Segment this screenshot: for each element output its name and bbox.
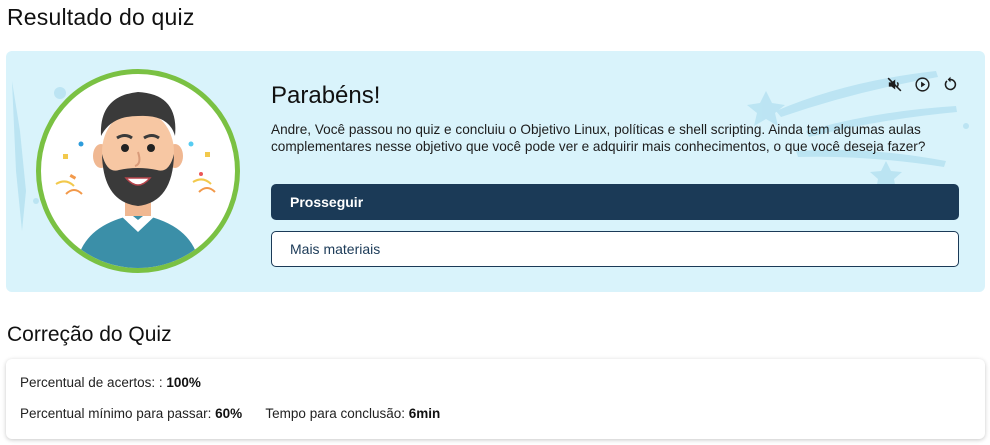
completion-time-label: Tempo para conclusão:	[265, 406, 406, 421]
quiz-stats-card: Percentual de acertos: : 100% Percentual…	[6, 359, 985, 439]
page-title: Resultado do quiz	[7, 4, 195, 30]
min-score-label: Percentual mínimo para passar:	[20, 406, 212, 421]
quiz-result-card: Parabéns! Andre, Você passou no quiz e c…	[6, 51, 985, 292]
play-button[interactable]	[912, 74, 932, 94]
play-circle-icon	[914, 76, 930, 92]
score-line: Percentual de acertos: : 100%	[20, 375, 201, 390]
continue-button[interactable]: Prosseguir	[271, 184, 959, 220]
requirements-line: Percentual mínimo para passar: 60% Tempo…	[20, 406, 440, 421]
media-controls	[884, 74, 960, 94]
more-materials-button[interactable]: Mais materiais	[271, 231, 959, 267]
quiz-correction-title: Correção do Quiz	[7, 323, 172, 346]
score-label: Percentual de acertos: :	[20, 375, 163, 390]
min-score-value: 60%	[215, 406, 243, 421]
replay-button[interactable]	[940, 74, 960, 94]
congrats-heading: Parabéns!	[271, 82, 381, 109]
avatar-illustration	[36, 69, 240, 273]
bearded-man-avatar	[55, 92, 216, 268]
completion-time-value: 6min	[408, 406, 441, 421]
score-value: 100%	[166, 375, 201, 390]
mute-button[interactable]	[884, 74, 904, 94]
mute-icon	[887, 77, 901, 91]
replay-icon	[944, 76, 956, 90]
result-message: Andre, Você passou no quiz e concluiu o …	[271, 122, 926, 154]
